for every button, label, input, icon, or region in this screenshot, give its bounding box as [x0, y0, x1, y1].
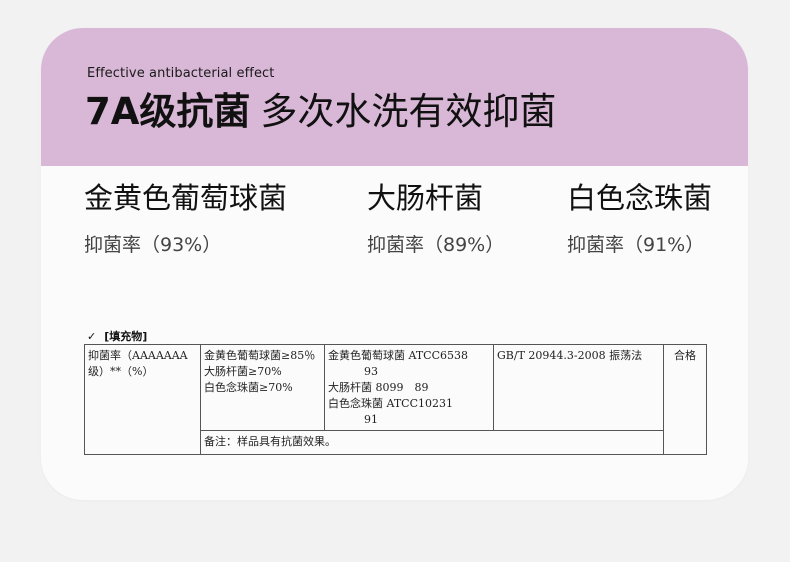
result-line: 91 [364, 413, 378, 426]
bacteria-item-ecoli: 大肠杆菌 抑菌率（89%） [367, 180, 504, 257]
title-bold: 7A级抗菌 [85, 90, 251, 133]
item-cell: 抑菌率（AAAAAAA 级）**（%） [84, 344, 201, 455]
header-title: 7A级抗菌 多次水洗有效抑菌 [85, 90, 556, 134]
item-line: 级）**（%） [88, 365, 154, 378]
title-light: 多次水洗有效抑菌 [260, 90, 557, 133]
note-cell: 备注：样品具有抗菌效果。 [200, 429, 664, 456]
requirement-line: 金黄色葡萄球菌≥85％ [204, 349, 316, 362]
note-text: 备注：样品具有抗菌效果。 [204, 434, 336, 448]
method-cell: GB/T 20944.3-2008 振荡法 [493, 344, 664, 431]
result-cell: 金黄色葡萄球菌 ATCC6538 93 大肠杆菌 8099 89 白色念珠菌 A… [324, 344, 494, 431]
bacteria-rate: 抑菌率（91%） [567, 234, 705, 256]
bacteria-name: 大肠杆菌 [367, 181, 484, 215]
requirement-line: 白色念珠菌≥70% [204, 381, 293, 394]
bacteria-item-candida: 白色念珠菌 抑菌率（91%） [567, 180, 712, 257]
verdict-text: 合格 [674, 349, 696, 362]
section-label: ✓ [填充物] [87, 328, 147, 344]
requirement-cell: 金黄色葡萄球菌≥85％ 大肠杆菌≥70% 白色念珠菌≥70% [200, 344, 325, 431]
header-subtitle: Effective antibacterial effect [87, 66, 275, 81]
bacteria-item-staph: 金黄色葡萄球菌 抑菌率（93%） [84, 180, 287, 257]
bacteria-rate: 抑菌率（89%） [367, 234, 505, 256]
bacteria-rate: 抑菌率（93%） [84, 234, 222, 256]
result-line: 白色念珠菌 ATCC10231 [328, 397, 454, 410]
method-text: GB/T 20944.3-2008 振荡法 [497, 349, 643, 362]
section-label-text: [填充物] [104, 330, 148, 343]
requirement-line: 大肠杆菌≥70% [204, 365, 282, 378]
bacteria-name: 金黄色葡萄球菌 [84, 181, 288, 215]
result-line: 93 [364, 365, 378, 378]
bacteria-name: 白色念珠菌 [567, 181, 713, 215]
result-line: 大肠杆菌 8099 89 [328, 381, 429, 394]
table-row: 抑菌率（AAAAAAA 级）**（%） 金黄色葡萄球菌≥85％ 大肠杆菌≥70%… [84, 344, 707, 455]
report-table: 抑菌率（AAAAAAA 级）**（%） 金黄色葡萄球菌≥85％ 大肠杆菌≥70%… [84, 344, 707, 456]
item-line: 抑菌率（AAAAAAA [88, 349, 188, 362]
check-icon: ✓ [87, 330, 97, 343]
result-line: 金黄色葡萄球菌 ATCC6538 [328, 349, 469, 362]
header-banner: Effective antibacterial effect 7A级抗菌 多次水洗… [41, 28, 748, 166]
verdict-cell: 合格 [663, 344, 707, 455]
